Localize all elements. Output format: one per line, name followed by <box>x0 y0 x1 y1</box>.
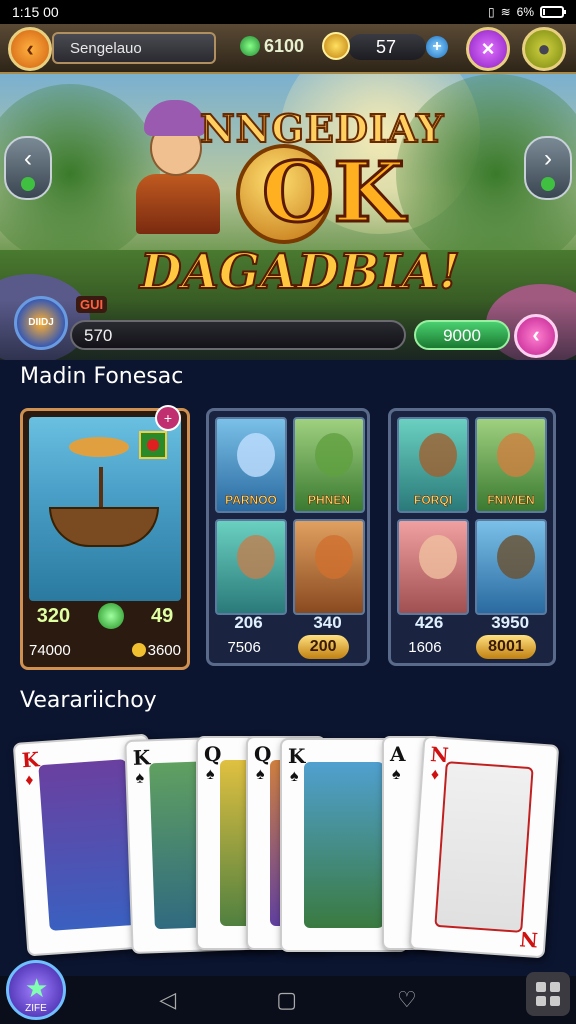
close-button[interactable]: × <box>466 27 510 71</box>
boat-scene <box>29 417 181 601</box>
pack-two-grid: PARNOO PHNEN <box>215 417 365 615</box>
tile-princess[interactable] <box>397 519 469 615</box>
featured-stats: 320 49 <box>23 603 187 629</box>
stat-left: 320 <box>36 604 71 627</box>
banner-prev-button[interactable]: ‹ <box>4 136 52 200</box>
system-nav-bar: ◁ ▢ ♡ <box>0 976 576 1024</box>
spade-icon: ♠ <box>256 766 265 783</box>
pack-two-stats: 206 340 <box>234 613 342 632</box>
card-hand: K ♦ I K ♠ Z Q ♠ Q ♠ K ♠ N A ♠ N ♦ N <box>0 716 576 976</box>
spade-icon: ♠ <box>290 768 299 785</box>
serpent-icon <box>315 433 353 477</box>
nav-home-button[interactable]: ▢ <box>276 987 297 1013</box>
buy-button[interactable]: 200 <box>297 635 349 659</box>
arrow-left-icon: ‹ <box>26 36 34 61</box>
spade-icon: ♠ <box>135 769 145 787</box>
gem-count: 6100 <box>264 36 305 56</box>
indicator-dot <box>541 177 555 191</box>
boat-icon <box>49 507 159 547</box>
plus-badge-icon[interactable]: + <box>155 405 181 431</box>
profile-button[interactable]: ● <box>522 27 566 71</box>
prev-pink-button[interactable]: ‹ <box>514 314 558 358</box>
buy-button[interactable]: 8001 <box>476 635 536 659</box>
princess-icon <box>419 535 457 579</box>
chevron-right-icon: › <box>544 145 552 172</box>
tile-cannon[interactable] <box>293 519 365 615</box>
nav-recent-button[interactable]: ♡ <box>397 987 417 1013</box>
status-bar: 1:15 00 ▯ ≋ 6% <box>0 0 576 24</box>
pack-three[interactable]: FORQI FNIVIEN 426 3950 1606 8001 <box>388 408 556 666</box>
tile-fish[interactable]: PARNOO <box>215 417 287 513</box>
playing-card[interactable]: N ♦ N <box>408 735 560 959</box>
warrior-icon <box>237 535 275 579</box>
section-title-cards: Vearariichoy <box>20 688 157 713</box>
tile-warrior[interactable] <box>215 519 287 615</box>
axe-icon <box>419 433 457 477</box>
featured-pack[interactable]: + 320 49 74000 3600 <box>20 405 190 670</box>
coin-count: 57 <box>348 34 426 60</box>
tile-jester[interactable]: FNIVIEN <box>475 417 547 513</box>
orb-label: ZIFE <box>25 1003 47 1014</box>
badge-tag: GUI <box>76 296 108 313</box>
nav-back-button[interactable]: ◁ <box>159 987 176 1013</box>
user-icon: ● <box>537 36 551 61</box>
price-right[interactable]: 3600 <box>131 642 181 659</box>
diamond-icon: ♦ <box>430 766 440 784</box>
coin-icon <box>131 642 146 657</box>
section-title-packs: Madin Fonesac <box>20 364 184 389</box>
banner-next-button[interactable]: › <box>524 136 572 200</box>
back-button[interactable]: ‹ <box>8 27 52 71</box>
featured-price: 74000 3600 <box>29 637 181 663</box>
battery-percent: 6% <box>516 5 534 19</box>
diamond-icon: ♦ <box>24 771 35 790</box>
chevron-left-icon: ‹ <box>532 322 540 347</box>
indicator-dot <box>21 177 35 191</box>
tile-ship[interactable] <box>475 519 547 615</box>
tile-axe[interactable]: FORQI <box>397 417 469 513</box>
green-gem-icon <box>97 603 124 629</box>
progress-field: 570 <box>70 320 406 350</box>
pack-two[interactable]: PARNOO PHNEN 206 340 7506 200 <box>206 408 370 666</box>
grid-menu-button[interactable] <box>526 972 570 1016</box>
add-coins-button[interactable]: + <box>426 36 448 58</box>
price-left: 74000 <box>29 641 71 659</box>
claim-button[interactable]: 9000 <box>414 320 510 350</box>
card-art-jester <box>434 761 534 933</box>
status-time: 1:15 00 <box>12 4 59 20</box>
coin-icon <box>322 32 350 60</box>
pack-three-price: 1606 8001 <box>391 635 553 659</box>
banner-title-bottom: DAGADBIA! <box>139 243 461 301</box>
banner-title-big: OK <box>261 145 407 241</box>
battery-icon <box>540 6 566 18</box>
grid-icon <box>536 982 546 992</box>
pack-three-stats: 426 3950 <box>414 613 530 632</box>
jester-icon <box>497 433 535 477</box>
home-orb-button[interactable]: ★ ZIFE <box>6 960 66 1020</box>
top-bar: ‹ Sengelauo 6100 57 + × ● <box>0 24 576 74</box>
gift-icon <box>139 431 167 459</box>
hero-hat <box>144 100 206 136</box>
spade-icon: ♠ <box>392 766 401 783</box>
tile-serpent[interactable]: PHNEN <box>293 417 365 513</box>
pack-three-grid: FORQI FNIVIEN <box>397 417 547 615</box>
cannon-icon <box>315 535 353 579</box>
stat-right: 49 <box>151 604 174 627</box>
gem-icon <box>240 36 260 56</box>
card-art-fish <box>38 759 138 931</box>
notification-icon: ▯ <box>487 5 495 19</box>
spade-icon: ♠ <box>206 766 215 783</box>
card-art-mermaid <box>304 762 384 928</box>
hero-body <box>136 174 220 234</box>
screen-title: Sengelauo <box>52 32 216 64</box>
chevron-left-icon: ‹ <box>24 145 32 172</box>
pack-two-price: 7506 200 <box>209 635 367 659</box>
fish-icon <box>237 433 275 477</box>
ship-icon <box>497 535 535 579</box>
fish-icon <box>69 437 129 457</box>
status-icons: ▯ ≋ 6% <box>487 5 566 19</box>
level-badge[interactable]: DIIDJ <box>14 296 68 350</box>
wifi-icon: ≋ <box>500 5 511 19</box>
star-icon: ★ <box>25 973 49 1003</box>
